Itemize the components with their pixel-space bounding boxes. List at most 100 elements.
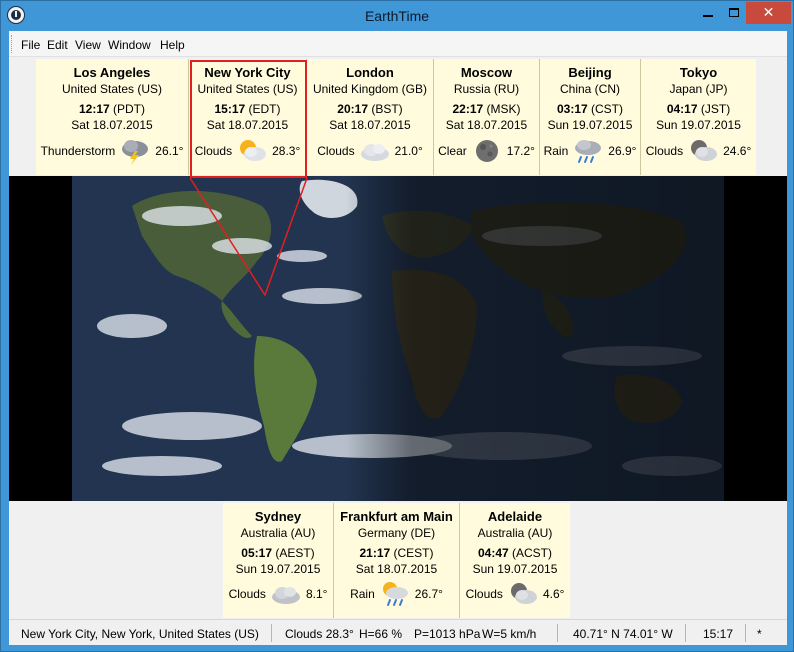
city-name: London <box>346 65 394 80</box>
city-weather: Clear 17.2° <box>434 137 539 165</box>
weather-label: Clouds <box>465 587 503 601</box>
rain-icon <box>575 140 602 163</box>
menu-bar: File Edit View Window Help <box>9 31 787 57</box>
city-card-tokyo[interactable]: Tokyo Japan (JP) 04:17 (JST) Sun 19.07.2… <box>641 59 756 175</box>
city-name: Frankfurt am Main <box>340 509 453 524</box>
status-separator <box>271 624 272 642</box>
city-time: 21:17 (CEST) <box>359 546 434 560</box>
city-name: Beijing <box>568 65 612 80</box>
city-weather: Rain 26.9° <box>540 137 640 165</box>
weather-label: Clouds <box>645 144 684 158</box>
city-time: 04:47 (ACST) <box>477 546 553 560</box>
status-bar: New York City, New York, United States (… <box>9 619 787 645</box>
city-name: Los Angeles <box>73 65 151 80</box>
city-date: Sun 19.07.2015 <box>472 562 558 576</box>
weather-temp: 4.6° <box>542 587 565 601</box>
status-location: New York City, New York, United States (… <box>21 627 259 641</box>
city-country: Japan (JP) <box>669 82 728 96</box>
city-card-frankfurt[interactable]: Frankfurt am Main Germany (DE) 21:17 (CE… <box>334 503 460 618</box>
status-weather: Clouds 28.3° <box>285 627 354 641</box>
city-weather: Rain 26.7° <box>334 580 459 608</box>
city-country: China (CN) <box>559 82 620 96</box>
city-time: 04:17 (JST) <box>666 102 731 116</box>
weather-label: Rain <box>350 587 375 601</box>
city-date: Sun 19.07.2015 <box>656 118 741 132</box>
city-card-sydney[interactable]: Sydney Australia (AU) 05:17 (AEST) Sun 1… <box>223 503 334 618</box>
city-cards-top: Los Angeles United States (US) 12:17 (PD… <box>36 59 756 175</box>
city-name: Tokyo <box>679 65 718 80</box>
city-card-moscow[interactable]: Moscow Russia (RU) 22:17 (MSK) Sat 18.07… <box>434 59 540 175</box>
menu-grip <box>11 35 14 53</box>
moon-clouds-icon <box>691 140 718 161</box>
city-date: Sat 18.07.2015 <box>71 118 153 132</box>
weather-temp: 24.6° <box>723 144 752 158</box>
cloud-icon <box>360 144 389 161</box>
weather-temp: 21.0° <box>394 144 423 158</box>
city-date: Sat 18.07.2015 <box>355 562 438 576</box>
minimize-button[interactable] <box>695 2 721 24</box>
status-coordinates: 40.71° N 74.01° W <box>573 627 673 641</box>
city-country: United Kingdom (GB) <box>312 82 428 96</box>
weather-label: Rain <box>543 144 569 158</box>
status-wind: W=5 km/h <box>482 627 537 641</box>
weather-label: Clouds <box>317 144 355 158</box>
weather-label: Thunderstorm <box>40 144 116 158</box>
city-country: United States (US) <box>61 82 163 96</box>
weather-temp: 26.1° <box>155 144 184 158</box>
city-name: Sydney <box>254 509 302 524</box>
city-cards-bottom: Sydney Australia (AU) 05:17 (AEST) Sun 1… <box>223 503 570 618</box>
city-time: 12:17 (PDT) <box>78 102 146 116</box>
city-country: Germany (DE) <box>357 526 436 540</box>
moon-clouds-icon <box>510 583 537 604</box>
city-time: 05:17 (AEST) <box>241 546 315 560</box>
weather-label: Clear <box>438 144 467 158</box>
maximize-button[interactable] <box>721 2 747 24</box>
city-weather: Thunderstorm 26.1° <box>36 137 188 165</box>
status-pressure: P=1013 hPa <box>414 627 481 641</box>
weather-temp: 17.2° <box>506 144 535 158</box>
menu-help[interactable]: Help <box>160 38 185 52</box>
selected-city-highlight <box>190 60 307 178</box>
status-time: 15:17 <box>703 627 734 641</box>
menu-view[interactable]: View <box>75 38 101 52</box>
close-icon: ✕ <box>762 4 775 20</box>
city-time: 20:17 (BST) <box>337 102 403 116</box>
sun-rain-icon <box>382 582 408 606</box>
title-bar[interactable]: EarthTime ✕ <box>1 1 793 31</box>
weather-temp: 26.9° <box>608 144 637 158</box>
menu-file[interactable]: File <box>21 38 40 52</box>
close-button[interactable]: ✕ <box>746 2 791 24</box>
earth-canvas: Los Angeles United States (US) 12:17 (PD… <box>9 57 787 618</box>
weather-temp: 26.7° <box>414 587 443 601</box>
city-card-beijing[interactable]: Beijing China (CN) 03:17 (CST) Sun 19.07… <box>540 59 641 175</box>
city-card-adelaide[interactable]: Adelaide Australia (AU) 04:47 (ACST) Sun… <box>460 503 570 618</box>
city-country: Australia (AU) <box>240 526 316 540</box>
city-weather: Clouds 24.6° <box>641 137 756 165</box>
city-date: Sat 18.07.2015 <box>329 118 411 132</box>
window-title: EarthTime <box>364 8 430 24</box>
city-country: Australia (AU) <box>477 526 553 540</box>
city-weather: Clouds 4.6° <box>460 580 570 608</box>
city-date: Sun 19.07.2015 <box>547 118 633 132</box>
app-window: EarthTime ✕ File Edit View Window Help L… <box>0 0 794 652</box>
status-modified-flag: * <box>757 627 762 641</box>
city-name: Moscow <box>460 65 513 80</box>
menu-edit[interactable]: Edit <box>47 38 68 52</box>
city-card-los-angeles[interactable]: Los Angeles United States (US) 12:17 (PD… <box>36 59 189 175</box>
city-time: 22:17 (MSK) <box>452 102 521 116</box>
status-separator <box>745 624 746 642</box>
city-weather: Clouds 8.1° <box>223 580 333 608</box>
city-date: Sat 18.07.2015 <box>445 118 528 132</box>
thunderstorm-icon <box>122 140 149 165</box>
menu-window[interactable]: Window <box>108 38 151 52</box>
city-name: Adelaide <box>487 509 543 524</box>
status-humidity: H=66 % <box>359 627 403 641</box>
moon-icon <box>475 140 498 162</box>
city-card-london[interactable]: London United Kingdom (GB) 20:17 (BST) S… <box>307 59 434 175</box>
city-date: Sun 19.07.2015 <box>235 562 321 576</box>
maximize-icon <box>729 8 739 17</box>
city-country: Russia (RU) <box>453 82 520 96</box>
cloud-icon <box>271 587 300 604</box>
status-separator <box>685 624 686 642</box>
city-time: 03:17 (CST) <box>556 102 624 116</box>
